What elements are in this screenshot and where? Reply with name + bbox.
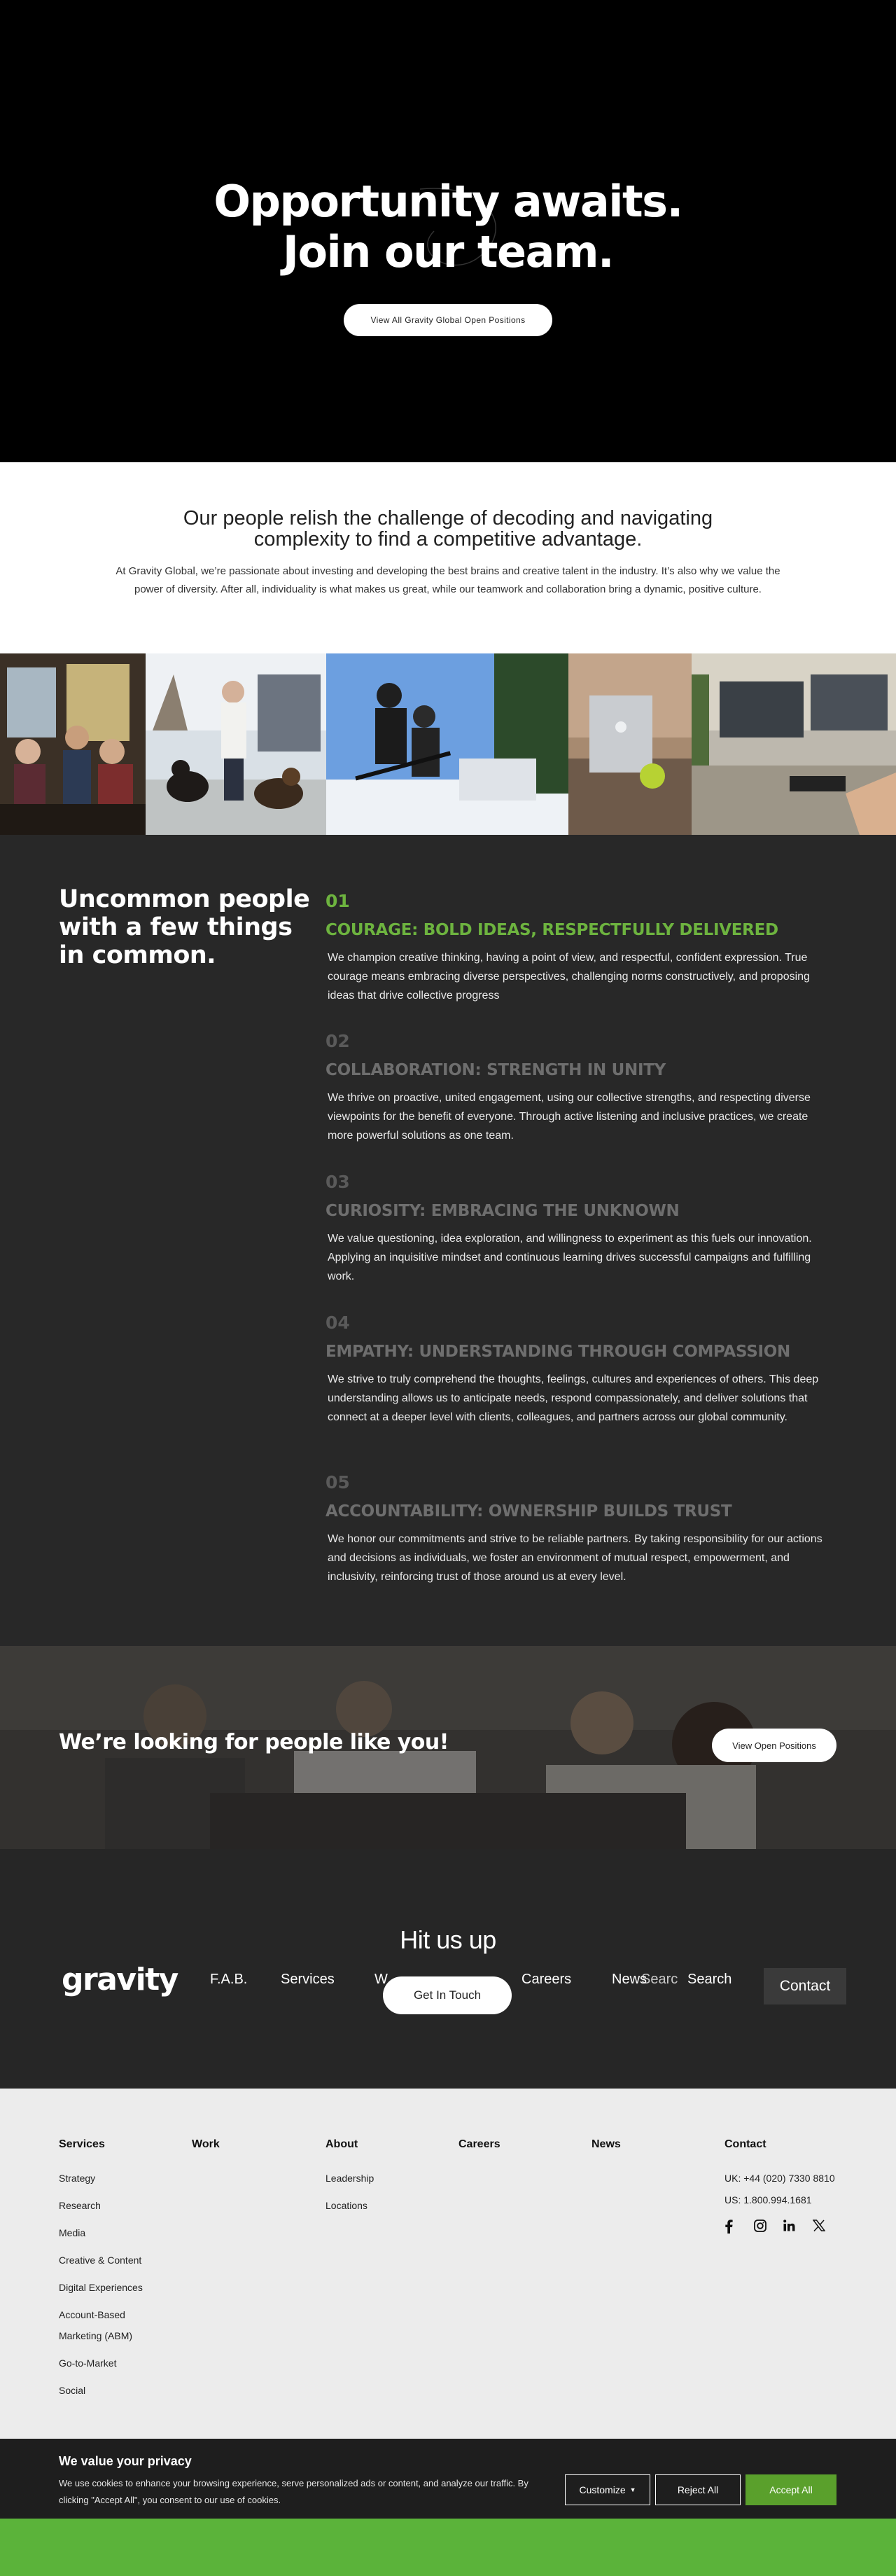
nav-careers[interactable]: Careers bbox=[522, 1971, 571, 1988]
footer-link-digital-experiences[interactable]: Digital Experiences bbox=[59, 2280, 164, 2294]
value-item-accountability[interactable]: 05 ACCOUNTABILITY: OWNERSHIP BUILDS TRUS… bbox=[326, 1472, 836, 1586]
footer-careers-title[interactable]: Careers bbox=[458, 2138, 500, 2152]
nav-services[interactable]: Services bbox=[281, 1971, 335, 1988]
footer-about-column: About Leadership Locations bbox=[326, 2138, 374, 2226]
value-description: We honor our commitments and strive to b… bbox=[328, 1533, 822, 1583]
ski-trip-photo bbox=[326, 653, 568, 835]
value-number: 05 bbox=[326, 1472, 350, 1493]
hit-us-up-title: Hit us up bbox=[400, 1925, 496, 1954]
value-number: 02 bbox=[326, 1031, 350, 1051]
nav-search[interactable]: Search bbox=[687, 1971, 732, 1988]
value-description: We thrive on proactive, united engagemen… bbox=[328, 1092, 811, 1142]
gravity-logo[interactable]: gravity bbox=[62, 1962, 178, 1997]
cookie-reject-all-button[interactable]: Reject All bbox=[655, 2474, 741, 2505]
footer-services-column: Services Strategy Research Media Creativ… bbox=[59, 2138, 164, 2411]
footer-link-abm[interactable]: Account-Based Marketing (ABM) bbox=[59, 2304, 164, 2346]
site-footer: Services Strategy Research Media Creativ… bbox=[0, 2089, 896, 2439]
view-open-positions-button[interactable]: View Open Positions bbox=[712, 1729, 836, 1762]
footer-contact-column: Contact UK: +44 (020) 7330 8810 US: 1.80… bbox=[724, 2138, 835, 2247]
hero-title-line-2: Join our team. bbox=[282, 226, 615, 277]
linkedin-icon[interactable] bbox=[783, 2220, 797, 2234]
footer-link-locations[interactable]: Locations bbox=[326, 2198, 374, 2213]
value-number: 03 bbox=[326, 1172, 350, 1192]
footer-work-column: Work bbox=[192, 2138, 220, 2171]
value-item-empathy[interactable]: 04 EMPATHY: UNDERSTANDING THROUGH COMPAS… bbox=[326, 1313, 836, 1427]
footer-link-go-to-market[interactable]: Go-to-Market bbox=[59, 2356, 164, 2370]
x-icon[interactable] bbox=[812, 2220, 827, 2234]
hit-us-up-section: Hit us up gravity F.A.B. Services W Care… bbox=[0, 1849, 896, 2089]
dogs-walk-photo bbox=[146, 653, 326, 835]
value-description: We champion creative thinking, having a … bbox=[328, 952, 810, 1002]
chevron-down-icon: ▼ bbox=[629, 2486, 636, 2493]
team-dinner-photo bbox=[0, 653, 146, 835]
footer-link-creative-content[interactable]: Creative & Content bbox=[59, 2253, 164, 2267]
value-heading: COLLABORATION: STRENGTH IN UNITY bbox=[326, 1061, 666, 1079]
footer-about-title[interactable]: About bbox=[326, 2138, 374, 2152]
intro-section: Our people relish the challenge of decod… bbox=[0, 462, 896, 653]
footer-work-title[interactable]: Work bbox=[192, 2138, 220, 2152]
instagram-icon[interactable] bbox=[754, 2220, 768, 2234]
office-laptop-photo bbox=[568, 653, 692, 835]
workstation-photo bbox=[692, 653, 896, 835]
value-item-courage[interactable]: 01 COURAGE: BOLD IDEAS, RESPECTFULLY DEL… bbox=[326, 891, 836, 1005]
hero-title-line-1: Opportunity awaits. bbox=[214, 176, 683, 227]
value-number: 01 bbox=[326, 891, 350, 911]
footer-careers-column: Careers bbox=[458, 2138, 500, 2171]
careers-page: Opportunity awaits. Join our team. View … bbox=[0, 0, 896, 2576]
value-heading: ACCOUNTABILITY: OWNERSHIP BUILDS TRUST bbox=[326, 1502, 732, 1521]
cookie-title: We value your privacy bbox=[59, 2454, 192, 2468]
footer-link-research[interactable]: Research bbox=[59, 2198, 164, 2213]
get-in-touch-button[interactable]: Get In Touch bbox=[383, 1976, 512, 2014]
value-heading: EMPATHY: UNDERSTANDING THROUGH COMPASSIO… bbox=[326, 1343, 790, 1361]
value-heading: COURAGE: BOLD IDEAS, RESPECTFULLY DELIVE… bbox=[326, 921, 778, 939]
hero-section: Opportunity awaits. Join our team. View … bbox=[0, 0, 896, 462]
hero-title: Opportunity awaits. Join our team. bbox=[0, 176, 896, 277]
cta-heading: We’re looking for people like you! bbox=[59, 1730, 449, 1754]
bottom-green-bar bbox=[0, 2519, 896, 2576]
intro-body: At Gravity Global, we’re passionate abou… bbox=[115, 565, 780, 595]
join-cta-section: We’re looking for people like you! View … bbox=[0, 1646, 896, 1849]
footer-link-strategy[interactable]: Strategy bbox=[59, 2171, 164, 2185]
footer-news-title[interactable]: News bbox=[592, 2138, 621, 2152]
social-links bbox=[724, 2220, 835, 2247]
value-heading: CURIOSITY: EMBRACING THE UNKNOWN bbox=[326, 1202, 680, 1220]
value-number: 04 bbox=[326, 1313, 350, 1333]
footer-phone-us[interactable]: US: 1.800.994.1681 bbox=[724, 2193, 835, 2207]
value-description: We strive to truly comprehend the though… bbox=[328, 1373, 819, 1423]
value-item-curiosity[interactable]: 03 CURIOSITY: EMBRACING THE UNKNOWN We v… bbox=[326, 1172, 836, 1286]
view-all-positions-button[interactable]: View All Gravity Global Open Positions bbox=[344, 304, 552, 336]
footer-link-leadership[interactable]: Leadership bbox=[326, 2171, 374, 2185]
values-title: Uncommon people with a few things in com… bbox=[59, 885, 310, 969]
cookie-consent-banner: We value your privacy We use cookies to … bbox=[0, 2439, 896, 2519]
nav-fab[interactable]: F.A.B. bbox=[210, 1971, 247, 1988]
cookie-customize-button[interactable]: Customize ▼ bbox=[565, 2474, 650, 2505]
footer-contact-title: Contact bbox=[724, 2138, 766, 2150]
search-input-overlay[interactable]: Searc bbox=[641, 1971, 678, 1988]
contact-button[interactable]: Contact bbox=[764, 1968, 846, 2004]
footer-link-social[interactable]: Social bbox=[59, 2383, 164, 2397]
value-item-collaboration[interactable]: 02 COLLABORATION: STRENGTH IN UNITY We t… bbox=[326, 1031, 836, 1145]
footer-phone-uk[interactable]: UK: +44 (020) 7330 8810 bbox=[724, 2171, 835, 2185]
facebook-icon[interactable] bbox=[724, 2220, 738, 2234]
footer-news-column: News bbox=[592, 2138, 621, 2171]
value-description: We value questioning, idea exploration, … bbox=[328, 1233, 812, 1282]
footer-services-title[interactable]: Services bbox=[59, 2138, 164, 2152]
cookie-customize-label: Customize bbox=[579, 2484, 626, 2495]
intro-heading: Our people relish the challenge of decod… bbox=[183, 507, 713, 550]
cookie-text: We use cookies to enhance your browsing … bbox=[59, 2478, 528, 2505]
footer-link-media[interactable]: Media bbox=[59, 2226, 164, 2240]
cookie-accept-all-button[interactable]: Accept All bbox=[746, 2474, 836, 2505]
values-section: Uncommon people with a few things in com… bbox=[0, 835, 896, 1646]
photo-strip bbox=[0, 653, 896, 835]
